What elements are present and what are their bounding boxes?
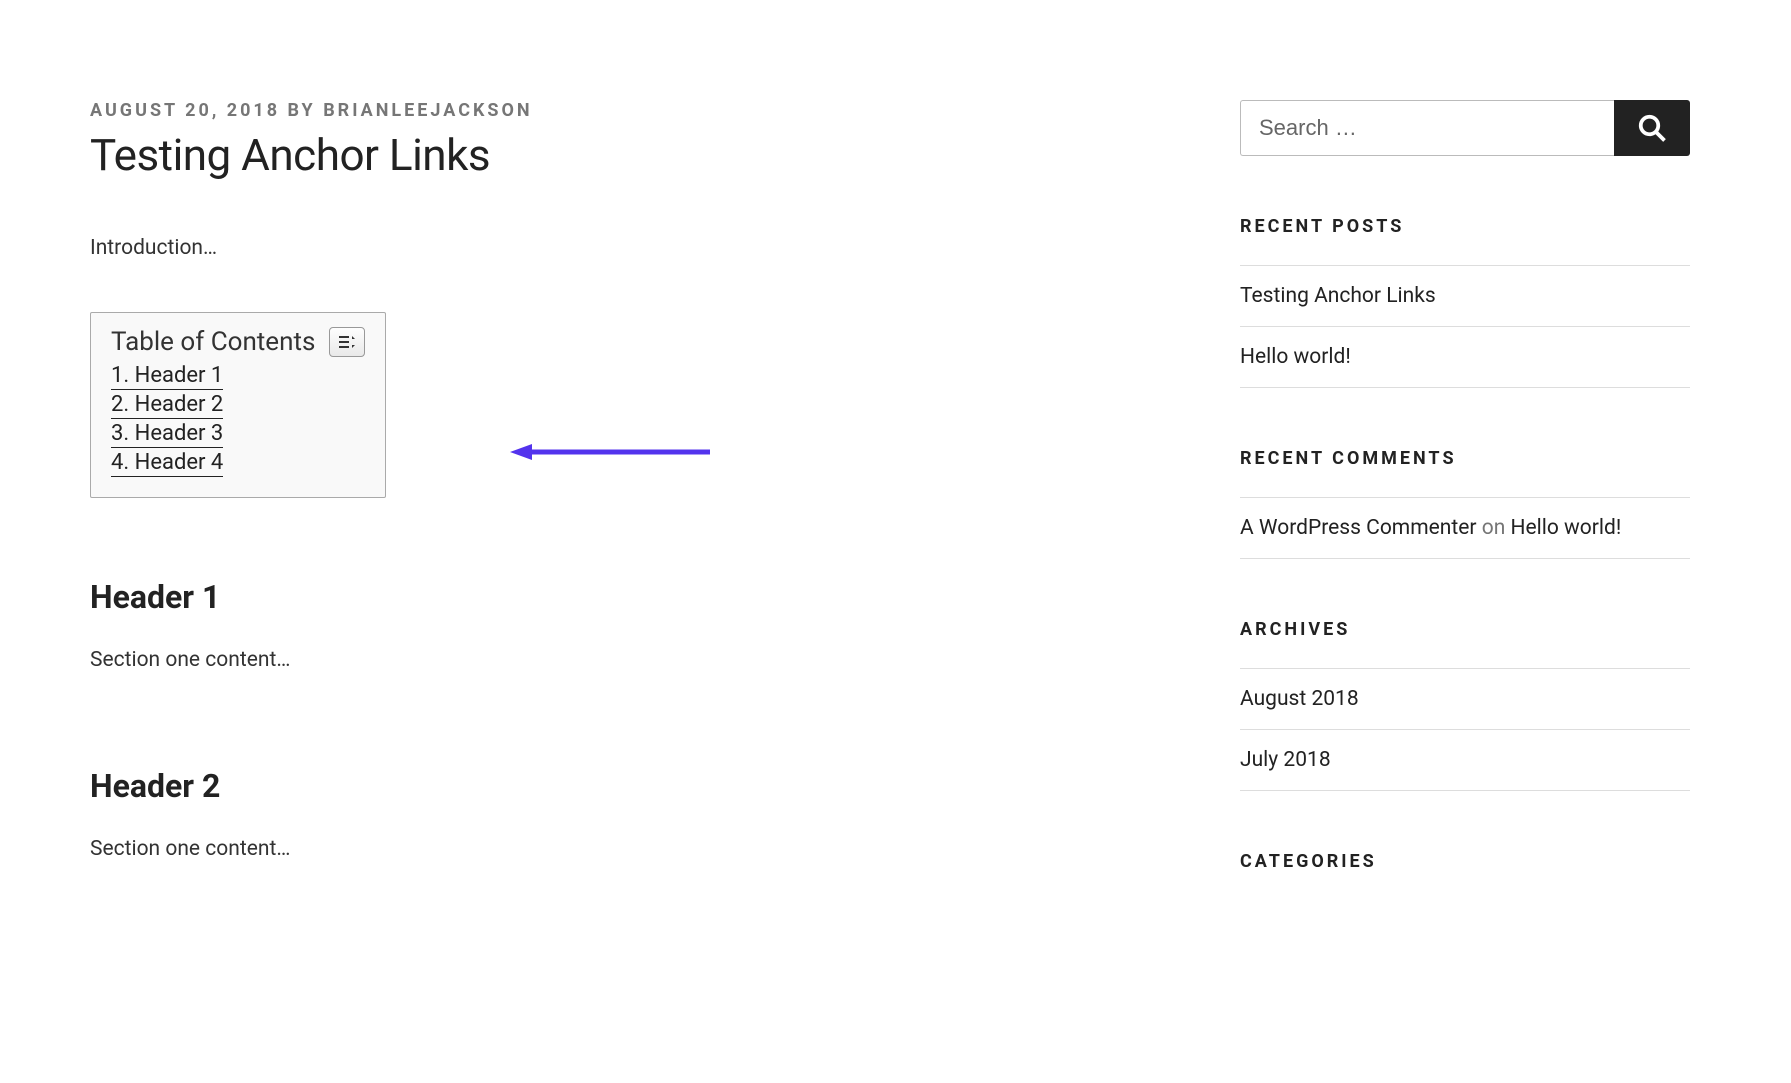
recent-posts-title: RECENT POSTS — [1240, 216, 1690, 237]
post-author[interactable]: BRIANLEEJACKSON — [323, 100, 532, 121]
section-content-2: Section one content… — [90, 837, 1160, 861]
comment-on-label: on — [1482, 516, 1506, 540]
table-of-contents: Table of Contents 1. Header 1 2. Header — [90, 312, 386, 498]
comment-post-link[interactable]: Hello world! — [1511, 516, 1622, 540]
toc-toggle-button[interactable] — [329, 327, 365, 357]
list-item: Testing Anchor Links — [1240, 265, 1690, 326]
post-date: AUGUST 20, 2018 — [90, 100, 280, 121]
post-by-label: BY — [288, 100, 316, 121]
post-meta: AUGUST 20, 2018 BY BRIANLEEJACKSON — [90, 100, 1160, 121]
categories-title: CATEGORIES — [1240, 851, 1690, 872]
toc-item: 3. Header 3 — [111, 421, 365, 446]
post-title: Testing Anchor Links — [90, 129, 1160, 181]
search-form — [1240, 100, 1690, 156]
search-button[interactable] — [1614, 100, 1690, 156]
list-item: July 2018 — [1240, 729, 1690, 791]
section-heading-2: Header 2 — [90, 767, 1160, 805]
archives-title: ARCHIVES — [1240, 619, 1690, 640]
toc-item: 2. Header 2 — [111, 392, 365, 417]
toc-link[interactable]: 3. Header 3 — [111, 421, 223, 448]
list-item: August 2018 — [1240, 668, 1690, 729]
archives-list: August 2018 July 2018 — [1240, 668, 1690, 791]
search-input[interactable] — [1240, 100, 1614, 156]
recent-post-link[interactable]: Hello world! — [1240, 345, 1351, 369]
recent-posts-list: Testing Anchor Links Hello world! — [1240, 265, 1690, 388]
list-toggle-icon — [337, 334, 357, 350]
toc-link[interactable]: 1. Header 1 — [111, 363, 223, 390]
list-item: A WordPress Commenter on Hello world! — [1240, 497, 1690, 559]
toc-link[interactable]: 2. Header 2 — [111, 392, 223, 419]
search-icon — [1637, 113, 1667, 143]
arrow-annotation-icon — [510, 442, 710, 462]
post-intro: Introduction… — [90, 236, 1160, 260]
section-content-1: Section one content… — [90, 648, 1160, 672]
toc-title: Table of Contents — [111, 327, 315, 357]
recent-post-link[interactable]: Testing Anchor Links — [1240, 284, 1436, 308]
toc-item: 4. Header 4 — [111, 450, 365, 475]
comment-author-link[interactable]: A WordPress Commenter — [1240, 516, 1477, 540]
section-heading-1: Header 1 — [90, 578, 1160, 616]
list-item: Hello world! — [1240, 326, 1690, 388]
archive-link[interactable]: August 2018 — [1240, 687, 1359, 711]
toc-item: 1. Header 1 — [111, 363, 365, 388]
recent-comments-list: A WordPress Commenter on Hello world! — [1240, 497, 1690, 559]
recent-comments-title: RECENT COMMENTS — [1240, 448, 1690, 469]
toc-link[interactable]: 4. Header 4 — [111, 450, 223, 477]
archive-link[interactable]: July 2018 — [1240, 748, 1331, 772]
